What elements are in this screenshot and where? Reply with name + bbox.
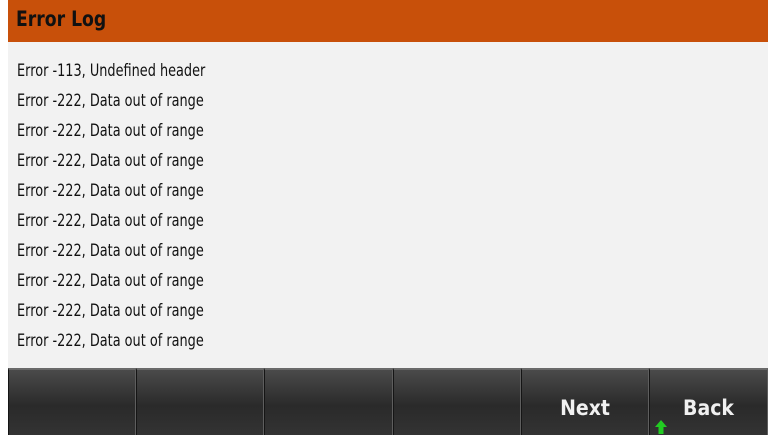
softkey-1-button[interactable] bbox=[8, 368, 136, 435]
error-log-entry: Error -222, Data out of range bbox=[17, 151, 204, 170]
error-log-entry: Error -222, Data out of range bbox=[17, 181, 204, 200]
error-log-entry: Error -222, Data out of range bbox=[17, 301, 204, 320]
error-log-entry: Error -113, Undefined header bbox=[17, 61, 206, 80]
softkey-2-button[interactable] bbox=[136, 368, 264, 435]
softkey-bar: Next Back bbox=[8, 368, 768, 435]
softkey-3-button[interactable] bbox=[264, 368, 393, 435]
back-button-label: Back bbox=[683, 396, 734, 420]
page-title: Error Log bbox=[16, 7, 107, 31]
error-log-entry: Error -222, Data out of range bbox=[17, 271, 204, 290]
back-button[interactable]: Back bbox=[649, 368, 768, 435]
softkey-4-button[interactable] bbox=[393, 368, 521, 435]
error-log-screen: Error Log Error -113, Undefined header E… bbox=[8, 0, 768, 435]
next-button[interactable]: Next bbox=[521, 368, 649, 435]
up-arrow-icon bbox=[655, 420, 667, 434]
next-button-label: Next bbox=[560, 396, 610, 420]
error-log-entry: Error -222, Data out of range bbox=[17, 121, 204, 140]
title-bar: Error Log bbox=[8, 0, 768, 42]
error-log-entry: Error -222, Data out of range bbox=[17, 241, 204, 260]
error-log-entry: Error -222, Data out of range bbox=[17, 91, 204, 110]
error-log-list: Error -113, Undefined header Error -222,… bbox=[8, 42, 768, 368]
error-log-entry: Error -222, Data out of range bbox=[17, 211, 204, 230]
error-log-entry: Error -222, Data out of range bbox=[17, 331, 204, 350]
